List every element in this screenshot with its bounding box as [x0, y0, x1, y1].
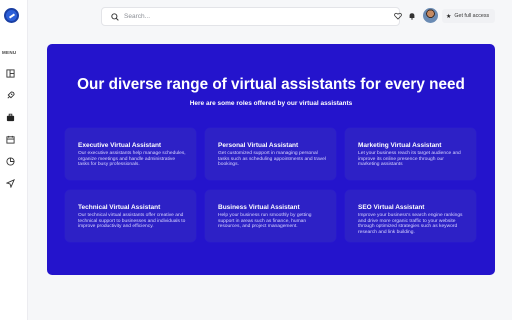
card-description: Our executive assistants help manage sch…: [78, 151, 186, 168]
get-full-access-label: Get full access: [454, 13, 490, 19]
card-description: Improve your business's search engine ra…: [358, 213, 463, 236]
service-card: Marketing Virtual Assistant Let your bus…: [345, 128, 476, 180]
heart-icon[interactable]: [393, 11, 403, 21]
service-card: Technical Virtual Assistant Our technica…: [65, 190, 196, 242]
avatar[interactable]: [423, 8, 438, 23]
card-title: SEO Virtual Assistant: [358, 204, 425, 211]
card-description: Help your business run smoothly by getti…: [218, 213, 312, 230]
search-bar[interactable]: [101, 7, 400, 26]
send-icon[interactable]: [5, 178, 15, 188]
get-full-access-button[interactable]: ★ Get full access: [442, 9, 495, 23]
hero-subtitle: Here are some roles offered by our virtu…: [189, 100, 353, 107]
hero-title: Our diverse range of virtual assistants …: [77, 76, 465, 93]
calendar-icon[interactable]: [5, 134, 15, 144]
card-title: Business Virtual Assistant: [218, 204, 300, 211]
rocket-icon[interactable]: [5, 90, 15, 100]
search-icon: [111, 12, 119, 21]
hero-section: Our diverse range of virtual assistants …: [47, 44, 495, 275]
service-card: SEO Virtual Assistant Improve your busin…: [345, 190, 476, 242]
card-description: Let your business reach its target audie…: [358, 151, 461, 168]
logo-icon[interactable]: [4, 8, 19, 23]
topbar: ★ Get full access: [28, 0, 512, 34]
sidebar: MENU: [0, 0, 28, 320]
card-description: Our technical virtual assistants offer c…: [78, 213, 186, 230]
service-card: Personal Virtual Assistant Get customize…: [205, 128, 336, 180]
card-title: Marketing Virtual Assistant: [358, 142, 442, 149]
card-title: Executive Virtual Assistant: [78, 142, 162, 149]
service-card: Executive Virtual Assistant Our executiv…: [65, 128, 196, 180]
search-input[interactable]: [124, 13, 364, 20]
star-icon: ★: [446, 13, 452, 20]
card-title: Personal Virtual Assistant: [218, 142, 299, 149]
briefcase-icon[interactable]: [5, 112, 15, 122]
bell-icon[interactable]: [407, 11, 417, 21]
layout-icon[interactable]: [5, 68, 15, 78]
service-card: Business Virtual Assistant Help your bus…: [205, 190, 336, 242]
card-description: Get customized support in managing perso…: [218, 151, 326, 168]
pie-chart-icon[interactable]: [5, 156, 15, 166]
menu-label: MENU: [2, 50, 17, 55]
card-title: Technical Virtual Assistant: [78, 204, 161, 211]
